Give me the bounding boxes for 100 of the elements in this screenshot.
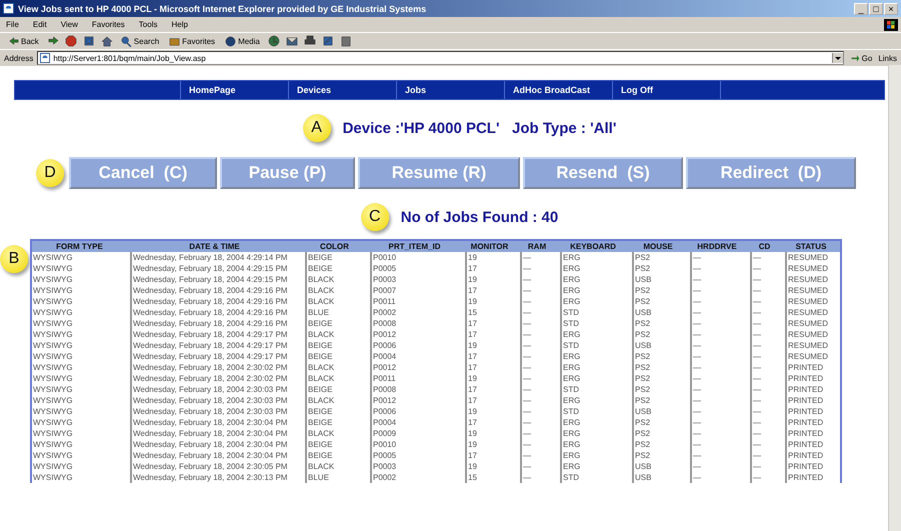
menu-item[interactable]: Tools [138,20,158,29]
clock-icon[interactable] [268,35,280,47]
table-cell: — [520,428,557,439]
table-cell: 19 [465,340,517,351]
table-cell: P0010 [370,439,462,450]
column-header: KEYBOARD [557,241,629,252]
table-cell: Wednesday, February 18, 2004 4:29:15 PM [130,263,302,274]
table-cell-text: WYSIWYG [32,417,74,428]
table-cell: USB [632,472,687,483]
table-cell: Wednesday, February 18, 2004 4:29:15 PM [130,274,302,285]
scrollbar[interactable] [888,65,901,531]
nav-link[interactable]: AdHoc BroadCast [505,81,613,99]
toolbar-button[interactable]: Back [6,36,41,46]
table-cell: 17 [465,395,517,406]
window-control-button[interactable]: □ [869,2,883,14]
table-cell: PRINTED [785,395,840,406]
menu-item[interactable]: File [6,20,19,29]
table-cell: 17 [465,329,517,340]
table-cell: BEIGE [305,406,367,417]
jobs-found-count: No of Jobs Found : 40 [400,208,558,226]
table-cell-text: WYSIWYG [32,329,74,340]
callout-marker: D [36,159,64,187]
table-cell: BLACK [305,362,367,373]
table-cell: — [750,307,782,318]
table-cell: PRINTED [785,373,840,384]
toolbar-button[interactable]: Media [223,36,262,46]
table-cell-text: WYSIWYG [32,395,74,406]
table-cell: BLACK [305,296,367,307]
table-cell: 17 [465,318,517,329]
table-cell: — [750,329,782,340]
table-cell: 19 [465,252,517,263]
table-cell: — [750,439,782,450]
menu-item[interactable]: Help [171,20,188,29]
dropdown-arrow-icon[interactable] [832,53,843,63]
table-cell: USB [632,340,687,351]
table-cell: BLACK [305,461,367,472]
table-cell: 19 [465,296,517,307]
window-control-button[interactable]: _ [854,2,868,14]
table-cell: BEIGE [305,351,367,362]
nav-link[interactable]: Devices [289,81,397,99]
address-field[interactable]: http://Server1:801/bqm/main/Job_View.asp [37,51,844,65]
table-cell: BEIGE [305,450,367,461]
table-cell-text: WYSIWYG [32,263,74,274]
table-cell: — [750,472,782,483]
table-cell: 19 [465,439,517,450]
toolbar-button[interactable]: Search [118,36,162,46]
table-cell: P0012 [370,362,462,373]
back-arrow-icon [8,36,19,46]
table-cell: PRINTED [785,428,840,439]
stop-icon[interactable] [64,35,77,47]
menu-item[interactable]: Favorites [92,20,125,29]
nav-link[interactable]: Jobs [397,81,505,99]
edit-icon[interactable] [322,35,334,47]
table-cell: — [690,340,747,351]
table-cell: BEIGE [305,439,367,450]
table-cell: RESUMED [785,329,840,340]
column-header: MONITOR [462,241,517,252]
table-cell: STD [560,406,629,417]
window-title: View Jobs sent to HP 4000 PCL - Microsoft Internet Explorer provided by GE Industrial Systems [18,4,426,14]
menu-item[interactable]: Edit [32,20,47,29]
nav-link[interactable]: HomePage [181,81,289,99]
toolbar-button[interactable]: Favorites [167,36,218,46]
table-cell: RESUMED [785,307,840,318]
table-cell: RESUMED [785,285,840,296]
mail-icon[interactable] [286,35,298,47]
table-cell: BLUE [305,307,367,318]
table-cell-text: WYSIWYG [32,362,74,373]
table-cell: ERG [560,351,629,362]
table-cell-text: WYSIWYG [32,274,74,285]
links-label[interactable]: Links [878,54,897,62]
table-cell: STD [560,384,629,395]
printer-icon[interactable] [304,35,316,47]
table-cell: 17 [465,351,517,362]
table-cell: P0006 [370,340,462,351]
table-cell-text: WYSIWYG [32,450,74,461]
table-cell: — [750,285,782,296]
table-cell-text: WYSIWYG [32,472,74,483]
table-cell: 17 [465,362,517,373]
table-cell: — [520,395,557,406]
nav-link[interactable]: Log Off [613,81,721,99]
home-icon[interactable] [100,35,113,47]
table-cell: — [690,252,747,263]
window-control-button[interactable]: × [884,2,898,14]
go-button[interactable]: Go [848,53,874,63]
table-cell: — [520,263,557,274]
table-cell: BLACK [305,329,367,340]
table-cell: — [690,450,747,461]
table-cell: ERG [560,417,629,428]
menu-item[interactable]: View [60,20,78,29]
forward-arrow-icon[interactable] [46,35,59,47]
table-cell: — [520,274,557,285]
refresh-icon[interactable] [82,35,95,47]
table-cell: — [520,439,557,450]
column-header: HRDDRVE [687,241,747,252]
table-cell-text: WYSIWYG [32,252,74,263]
table-cell: BLACK [305,395,367,406]
folder-icon [169,36,180,46]
table-cell: — [750,351,782,362]
table-cell: — [750,450,782,461]
table-cell: — [690,285,747,296]
